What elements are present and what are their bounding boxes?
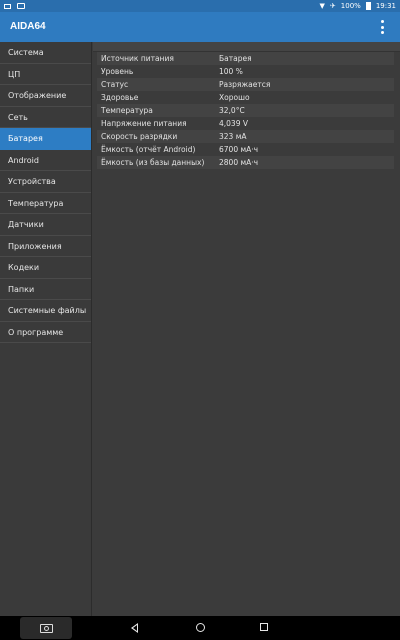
recents-icon[interactable] [260, 623, 268, 631]
sidebar-item-cpu[interactable]: ЦП [0, 64, 91, 85]
camera-lens [43, 625, 49, 631]
status-right: ▼ ✈ 100% 19:31 [320, 0, 396, 12]
status-bar: ▼ ✈ 100% 19:31 [0, 0, 400, 12]
row-key: Температура [101, 106, 153, 115]
app-bar: AIDA64 [0, 12, 400, 42]
battery-icon [365, 2, 371, 10]
row-key: Ёмкость (отчёт Android) [101, 145, 196, 154]
home-icon[interactable] [196, 623, 205, 632]
airplane-mode-icon: ✈ [329, 2, 336, 10]
row-key: Ёмкость (из базы данных) [101, 158, 205, 167]
row-key: Источник питания [101, 54, 174, 63]
sidebar: Система ЦП Отображение Сеть Батарея Andr… [0, 42, 92, 616]
sidebar-item-devices[interactable]: Устройства [0, 171, 91, 193]
table-row: Здоровье Хорошо [97, 91, 394, 104]
row-value: Батарея [219, 54, 252, 63]
row-value: 100 % [219, 67, 243, 76]
row-key: Напряжение питания [101, 119, 187, 128]
row-value: 2800 мА·ч [219, 158, 259, 167]
battery-percent: 100% [340, 2, 361, 10]
sidebar-item-about[interactable]: О программе [0, 322, 91, 343]
table-row: Напряжение питания 4,039 V [97, 117, 394, 130]
row-value: 4,039 V [219, 119, 248, 128]
row-key: Здоровье [101, 93, 139, 102]
row-value: 32,0°C [219, 106, 245, 115]
screen: ▼ ✈ 100% 19:31 AIDA64 Система ЦП Отображ… [0, 0, 400, 640]
sidebar-item-display[interactable]: Отображение [0, 85, 91, 107]
battery-panel: Источник питания Батарея Уровень 100 % С… [93, 42, 400, 616]
camera-icon [39, 623, 53, 633]
wifi-icon: ▼ [319, 2, 325, 10]
camera-button[interactable] [20, 617, 72, 639]
menu-dot [380, 25, 384, 29]
sidebar-item-folders[interactable]: Папки [0, 279, 91, 300]
overflow-menu-icon[interactable] [380, 20, 384, 34]
menu-dot [380, 20, 384, 23]
table-row: Температура 32,0°C [97, 104, 394, 117]
row-value: Хорошо [219, 93, 250, 102]
battery-info-table: Источник питания Батарея Уровень 100 % С… [93, 52, 400, 169]
sidebar-item-temperature[interactable]: Температура [0, 193, 91, 214]
menu-dot [380, 31, 384, 34]
table-row: Источник питания Батарея [97, 52, 394, 65]
sidebar-item-system-files[interactable]: Системные файлы [0, 300, 91, 322]
table-row: Ёмкость (отчёт Android) 6700 мА·ч [97, 143, 394, 156]
table-row: Уровень 100 % [97, 65, 394, 78]
status-left [4, 0, 25, 12]
image-icon [4, 3, 11, 9]
screen-icon [17, 3, 25, 9]
clock: 19:31 [375, 2, 396, 10]
table-row: Скорость разрядки 323 мА [97, 130, 394, 143]
row-key: Уровень [101, 67, 134, 76]
app-title: AIDA64 [10, 21, 46, 32]
back-icon[interactable] [131, 623, 138, 633]
panel-header [93, 42, 400, 52]
sidebar-item-battery[interactable]: Батарея [0, 128, 91, 150]
sidebar-item-system[interactable]: Система [0, 42, 91, 64]
table-row: Статус Разряжается [97, 78, 394, 91]
row-key: Скорость разрядки [101, 132, 178, 141]
sidebar-item-network[interactable]: Сеть [0, 107, 91, 128]
sidebar-item-apps[interactable]: Приложения [0, 236, 91, 257]
row-value: 323 мА [219, 132, 247, 141]
sidebar-item-codecs[interactable]: Кодеки [0, 257, 91, 279]
row-key: Статус [101, 80, 129, 89]
sidebar-item-android[interactable]: Android [0, 150, 91, 171]
navigation-bar [0, 616, 400, 640]
row-value: Разряжается [219, 80, 271, 89]
table-row: Ёмкость (из базы данных) 2800 мА·ч [97, 156, 394, 169]
sidebar-item-sensors[interactable]: Датчики [0, 214, 91, 236]
row-value: 6700 мА·ч [219, 145, 259, 154]
